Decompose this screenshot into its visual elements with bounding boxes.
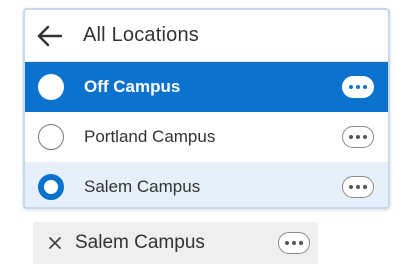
more-options-button[interactable] bbox=[278, 232, 310, 254]
radio-button[interactable] bbox=[38, 74, 64, 100]
location-option-off-campus[interactable]: Off Campus bbox=[25, 62, 388, 112]
ellipsis-icon bbox=[349, 185, 367, 189]
location-option-label: Portland Campus bbox=[84, 127, 216, 146]
more-options-button[interactable] bbox=[342, 176, 374, 198]
more-options-button[interactable] bbox=[342, 126, 374, 148]
ellipsis-icon bbox=[349, 85, 367, 89]
dropdown-header[interactable]: All Locations bbox=[25, 10, 388, 62]
selection-chip[interactable]: Salem Campus bbox=[33, 222, 318, 264]
ellipsis-icon bbox=[285, 241, 303, 245]
radio-button[interactable] bbox=[38, 124, 64, 150]
selection-chip-label: Salem Campus bbox=[75, 232, 205, 253]
ellipsis-icon bbox=[349, 135, 367, 139]
radio-button-checked[interactable] bbox=[38, 174, 64, 200]
location-option-label: Salem Campus bbox=[84, 177, 201, 196]
location-option-salem-campus[interactable]: Salem Campus bbox=[25, 162, 388, 207]
selected-items-area: Salem Campus bbox=[23, 212, 390, 274]
close-icon[interactable] bbox=[45, 233, 65, 253]
more-options-button[interactable] bbox=[342, 76, 374, 98]
dropdown-title: All Locations bbox=[83, 24, 199, 46]
arrow-left-icon[interactable] bbox=[31, 10, 69, 62]
location-option-label: Off Campus bbox=[84, 77, 181, 96]
location-option-portland-campus[interactable]: Portland Campus bbox=[25, 112, 388, 162]
location-dropdown-panel: All Locations Off Campus Portland Campus… bbox=[23, 8, 390, 209]
